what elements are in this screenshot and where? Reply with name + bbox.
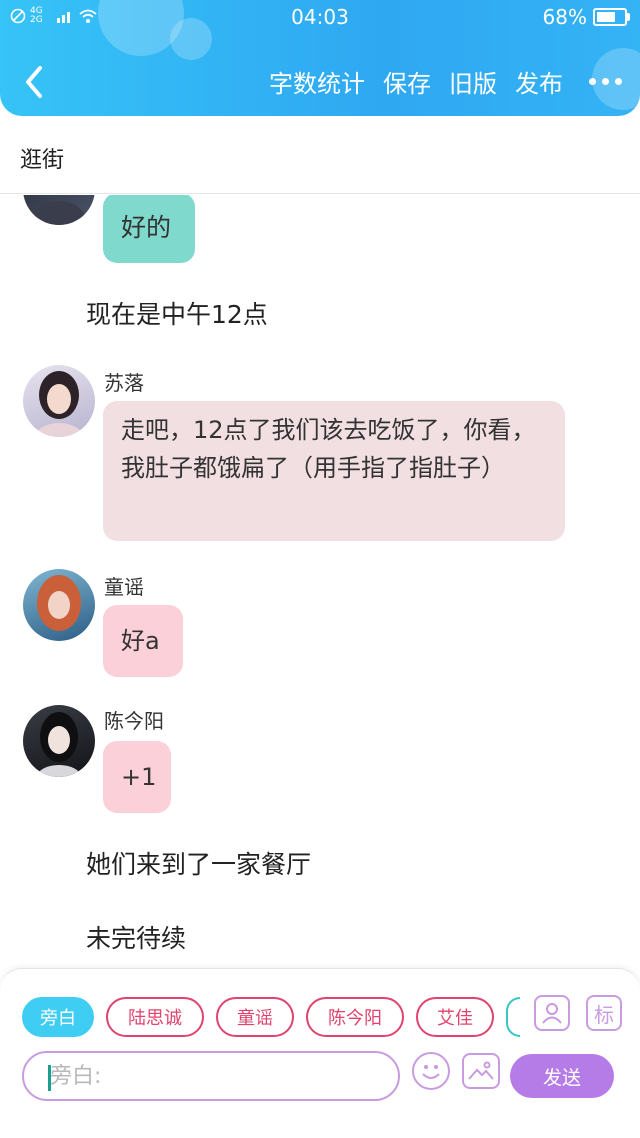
- battery-tip: [627, 13, 630, 21]
- avatar[interactable]: [23, 705, 95, 777]
- message-bubble[interactable]: 好的: [103, 195, 195, 263]
- battery-percent: 68%: [542, 5, 587, 29]
- publish-button[interactable]: 发布: [515, 64, 563, 99]
- narration-text[interactable]: 未完待续: [86, 919, 186, 955]
- status-bar: 4G 2G 04:03 68%: [0, 0, 640, 34]
- message-bubble[interactable]: 走吧，12点了我们该去吃饭了，你看，我肚子都饿扁了（用手指了指肚子）: [103, 401, 565, 541]
- message-bubble[interactable]: +1: [103, 741, 171, 813]
- tag-icon[interactable]: 标: [586, 995, 622, 1031]
- chip-character[interactable]: 艾佳: [416, 997, 494, 1037]
- header-actions: 字数统计 保存 旧版 发布: [269, 64, 622, 99]
- speaker-name: 苏落: [104, 371, 144, 395]
- chip-character[interactable]: 陈今阳: [306, 997, 404, 1037]
- avatar-portrait: [37, 712, 81, 777]
- old-version-button[interactable]: 旧版: [449, 64, 497, 99]
- chevron-left-icon: [26, 66, 42, 98]
- message-input[interactable]: [24, 1053, 398, 1099]
- person-card-icon[interactable]: [534, 995, 570, 1031]
- character-chips: 旁白 陆思诚 童谣 陈今阳 艾佳: [22, 997, 522, 1039]
- send-button[interactable]: 发送: [510, 1054, 614, 1098]
- message-bubble[interactable]: 好a: [103, 605, 183, 677]
- more-icon[interactable]: [589, 78, 622, 85]
- save-button[interactable]: 保存: [383, 64, 431, 99]
- story-title[interactable]: 逛街: [20, 142, 64, 174]
- back-button[interactable]: [20, 62, 52, 102]
- chip-narrator[interactable]: 旁白: [22, 997, 94, 1037]
- avatar[interactable]: [23, 195, 95, 225]
- speaker-name: 童谣: [104, 575, 144, 599]
- image-glyph: [468, 1061, 494, 1080]
- avatar[interactable]: [23, 365, 95, 437]
- story-title-bar: 逛街: [0, 126, 640, 194]
- narration-text[interactable]: 她们来到了一家餐厅: [86, 845, 311, 881]
- avatar-portrait: [35, 371, 83, 437]
- smiley-face: [422, 1065, 440, 1079]
- text-caret: [48, 1065, 51, 1091]
- battery-indicator: 68%: [543, 5, 630, 29]
- app-header: 4G 2G 04:03 68% 字数统计 保存 旧版 发布: [0, 0, 640, 116]
- word-count-button[interactable]: 字数统计: [269, 64, 365, 99]
- avatar[interactable]: [23, 569, 95, 641]
- speaker-name: 陈今阳: [104, 709, 164, 733]
- chip-partial[interactable]: [506, 997, 520, 1037]
- avatar-portrait: [33, 201, 85, 225]
- chip-character[interactable]: 童谣: [216, 997, 294, 1037]
- person-icon: [542, 1003, 562, 1024]
- avatar-portrait: [37, 575, 81, 631]
- message-input-wrapper[interactable]: [22, 1051, 400, 1101]
- battery-icon: [593, 8, 627, 26]
- chip-character[interactable]: 陆思诚: [106, 997, 204, 1037]
- chat-area[interactable]: 好的 现在是中午12点 苏落 走吧，12点了我们该去吃饭了，你看，我肚子都饿扁了…: [0, 195, 640, 970]
- narration-text[interactable]: 现在是中午12点: [86, 295, 268, 331]
- battery-fill: [597, 12, 615, 22]
- smiley-icon[interactable]: [412, 1052, 450, 1090]
- image-icon[interactable]: [462, 1053, 500, 1089]
